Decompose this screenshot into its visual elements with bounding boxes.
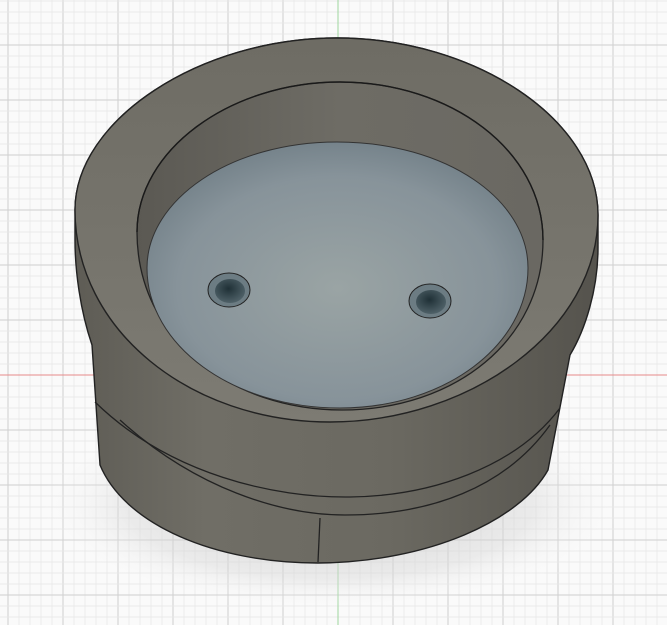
viewport-canvas[interactable] (0, 0, 667, 625)
cup-floor[interactable] (146, 141, 529, 409)
cylindrical-cup-model[interactable] (74, 37, 599, 564)
mounting-hole-right[interactable] (408, 283, 452, 319)
3d-viewport[interactable] (0, 0, 667, 625)
mounting-hole-left[interactable] (207, 272, 251, 308)
